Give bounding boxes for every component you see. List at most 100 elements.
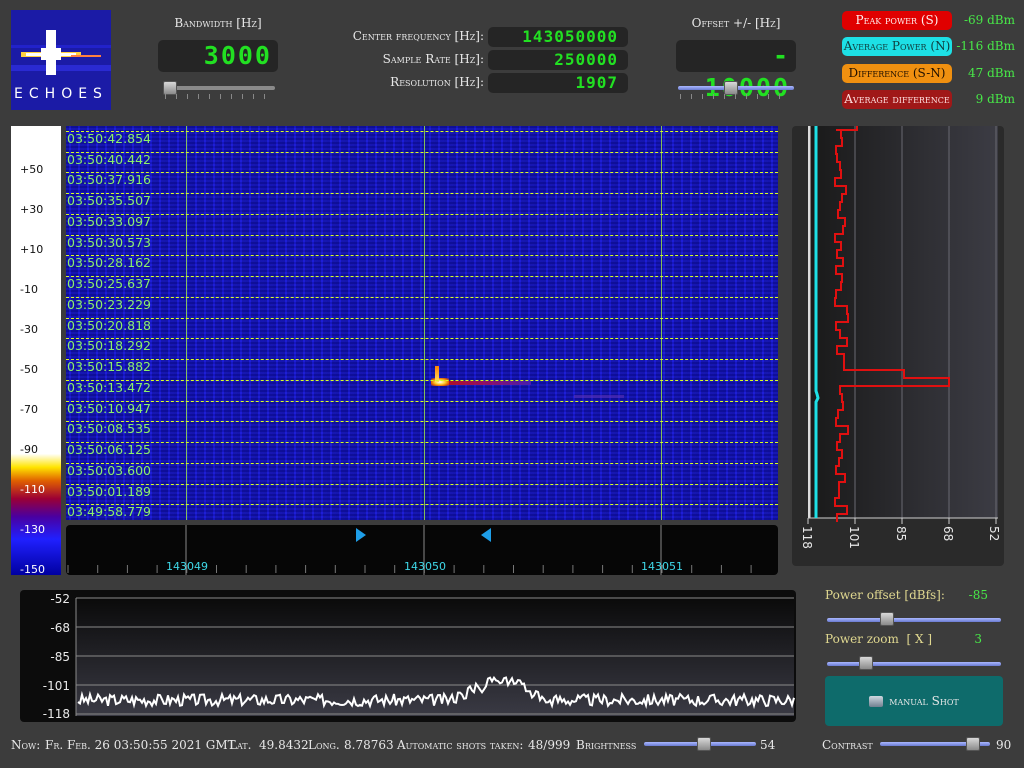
waterfall-timestamp: 03:50:28.162 — [67, 255, 151, 271]
power-offset-slider-track[interactable] — [827, 618, 1001, 622]
waterfall-timestamp: 03:50:25.637 — [67, 276, 151, 292]
waterfall-row-separator — [66, 234, 778, 236]
echo-trail-faint — [574, 395, 624, 398]
spec-y-85: -85 — [50, 650, 70, 664]
difference-value: 47 dBm — [968, 66, 1015, 80]
power-tick-118: 118 — [800, 526, 814, 549]
echoes-logo: ECHOES — [11, 10, 111, 110]
waterfall-timestamp: 03:50:20.818 — [67, 317, 151, 333]
waterfall-gridline-v — [424, 126, 425, 520]
waterfall-row-separator — [66, 131, 778, 132]
color-scale-label: -30 — [20, 323, 38, 336]
color-scale-label: -70 — [20, 403, 38, 416]
power-tick-68: 68 — [941, 526, 955, 542]
waterfall-row-separator — [66, 359, 778, 361]
waterfall-noise-texture — [66, 126, 778, 520]
waterfall-timestamp: 03:50:35.507 — [67, 193, 151, 209]
power-offset-slider-handle[interactable] — [879, 612, 894, 626]
center-frequency-label: Center frequency [Hz]: — [352, 29, 484, 43]
manual-shot-label: manual Shot — [889, 694, 959, 708]
sample-rate-display: 250000 — [488, 50, 628, 70]
waterfall-timestamp: 03:50:40.442 — [67, 151, 151, 167]
average-power-badge: Average Power (N) — [842, 37, 952, 56]
waterfall-gridline-v — [186, 126, 187, 520]
waterfall-timestamp: 03:50:08.535 — [67, 421, 151, 437]
color-scale-label: +50 — [20, 163, 44, 176]
waterfall-timestamp: 03:50:33.097 — [67, 213, 151, 229]
color-scale-label: -90 — [20, 443, 38, 456]
spectrum-plot: -52 -68 -85 -101 -118 — [20, 590, 796, 722]
bandwidth-display: 3000 — [158, 40, 278, 72]
brightness-slider-handle[interactable] — [696, 737, 711, 751]
waterfall-row-separator — [66, 213, 778, 215]
waterfall-row-separator — [66, 151, 778, 153]
power-zoom-slider-track[interactable] — [827, 662, 1001, 666]
waterfall-row-separator — [66, 421, 778, 423]
power-history-graph — [807, 126, 998, 524]
color-scale-label: -130 — [20, 523, 45, 536]
waterfall-row-separator — [66, 172, 778, 174]
waterfall-timestamp: 03:50:23.229 — [67, 296, 151, 312]
frequency-axis: 143049 143050 143051 — [66, 525, 778, 575]
difference-badge: Difference (S-N) — [842, 64, 952, 83]
freq-label-3: 143051 — [641, 560, 683, 573]
waterfall-row-separator — [66, 317, 778, 319]
waterfall-timestamp: 03:49:58.779 — [67, 504, 151, 520]
freq-label-1: 143049 — [166, 560, 208, 573]
status-now-label: Now: — [11, 738, 41, 752]
bandwidth-slider-handle[interactable] — [163, 81, 178, 95]
status-long-value: 8.78763 — [344, 738, 394, 752]
status-long-label: Long. — [308, 738, 340, 752]
logo-text: ECHOES — [14, 86, 108, 102]
waterfall-display[interactable]: 03:50:42.854 03:50:40.442 03:50:37.916 03:5… — [66, 126, 778, 520]
waterfall-timestamp: 03:50:06.125 — [67, 442, 151, 458]
peak-power-value: -69 dBm — [963, 13, 1015, 27]
color-scale-label: -150 — [20, 563, 45, 576]
resolution-label: Resolution [Hz]: — [390, 75, 484, 89]
status-shots-value: 48/999 — [528, 738, 571, 752]
resolution-display: 1907 — [488, 73, 628, 93]
sample-rate-label: Sample Rate [Hz]: — [382, 52, 484, 66]
waterfall-row-separator — [66, 296, 778, 298]
waterfall-timestamp: 03:50:03.600 — [67, 462, 151, 478]
brightness-value: 54 — [760, 738, 776, 752]
bandwidth-slider-track[interactable] — [165, 86, 275, 90]
waterfall-timestamp: 03:50:15.882 — [67, 359, 151, 375]
power-zoom-label: Power zoom [ X ] — [825, 632, 933, 646]
freq-label-2: 143050 — [404, 560, 446, 573]
color-scale-label: -110 — [20, 483, 45, 496]
waterfall-timestamp: 03:50:01.189 — [67, 483, 151, 499]
power-tick-85: 85 — [894, 526, 908, 542]
camera-icon — [869, 696, 884, 707]
waterfall-timestamp: 03:50:30.573 — [67, 234, 151, 250]
power-zoom-slider-handle[interactable] — [859, 656, 873, 670]
color-scale-label: -10 — [20, 283, 38, 296]
lower-bound-marker-icon — [356, 528, 366, 542]
offset-slider-ticks — [680, 94, 790, 99]
power-tick-52: 52 — [987, 526, 1001, 542]
power-offset-label: Power offset [dBfs]: — [825, 588, 945, 602]
waterfall-timestamp: 03:50:42.854 — [67, 131, 151, 146]
spec-y-52: -52 — [50, 592, 70, 606]
status-lat-label: Lat. — [229, 738, 252, 752]
bandwidth-slider-ticks — [165, 94, 275, 99]
waterfall-row-separator — [66, 255, 778, 257]
contrast-slider-handle[interactable] — [966, 737, 981, 751]
peak-power-badge: Peak power (S) — [842, 11, 952, 30]
power-offset-value: -85 — [968, 588, 988, 602]
average-difference-badge: Average difference — [842, 90, 952, 109]
bandwidth-label: Bandwidth [Hz] — [174, 16, 262, 30]
color-scale-label: +10 — [20, 243, 44, 256]
power-tick-101: 101 — [847, 526, 861, 549]
waterfall-timestamp: 03:50:13.472 — [67, 379, 151, 395]
manual-shot-button[interactable]: manual Shot — [825, 676, 1003, 726]
spec-y-118: -118 — [42, 707, 70, 721]
offset-slider-handle[interactable] — [723, 81, 738, 95]
waterfall-timestamp: 03:50:18.292 — [67, 338, 151, 354]
offset-display: - 10000 — [676, 40, 796, 102]
power-zoom-value: 3 — [974, 632, 982, 646]
waterfall-timestamp: 03:50:37.916 — [67, 172, 151, 188]
status-lat-value: 49.8432 — [259, 738, 309, 752]
peak-trace — [834, 126, 950, 522]
waterfall-row-separator — [66, 400, 778, 402]
